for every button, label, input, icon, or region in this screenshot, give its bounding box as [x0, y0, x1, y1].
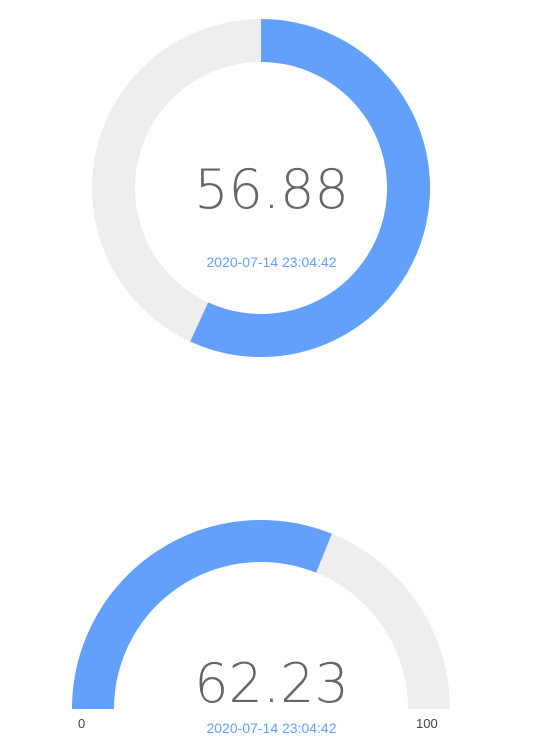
ring-gauge: 56.88 2020-07-14 23:04:42 [0, 0, 543, 380]
ring-gauge-value: 56.88 [194, 158, 349, 221]
half-gauge: 62.23 2020-07-14 23:04:42 0 100 [0, 500, 543, 749]
half-gauge-min-label: 0 [78, 716, 86, 731]
half-gauge-max-label: 100 [416, 716, 438, 731]
half-gauge-value: 62.23 [194, 652, 349, 715]
ring-gauge-timestamp: 2020-07-14 23:04:42 [206, 254, 337, 270]
